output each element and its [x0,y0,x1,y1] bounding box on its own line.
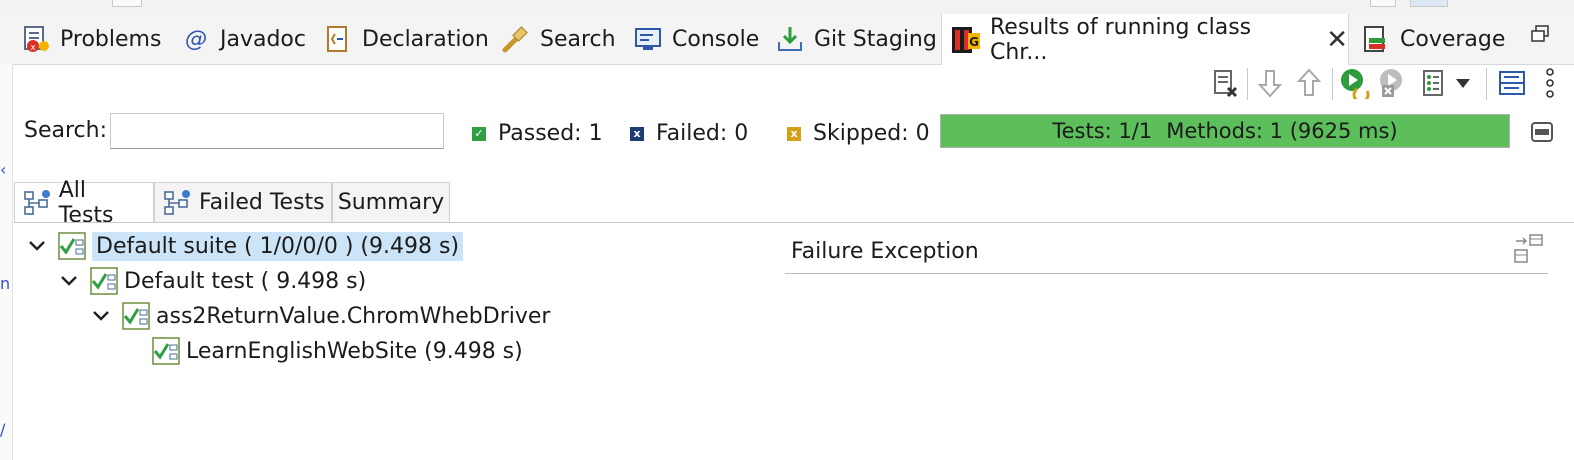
passed-check-icon: ✓ [472,126,486,141]
restore-view-icon[interactable] [1530,24,1550,44]
class-passed-icon [120,300,152,332]
declaration-icon [322,23,354,55]
toolbar-separator [1332,68,1333,100]
search-label: Search: [24,118,107,143]
test-run-history-icon[interactable] [1418,66,1452,100]
history-dropdown-icon[interactable] [1452,66,1474,100]
svg-text:x: x [30,43,36,53]
toolbar-separator [1486,68,1487,100]
search-input[interactable] [110,113,444,149]
tab-summary-label: Summary [337,190,445,215]
tab-console-label: Console [672,26,760,52]
chevron-down-icon[interactable] [90,305,112,327]
problems-icon: x [20,23,52,55]
passed-count: Passed: 1 [498,121,603,146]
tab-problems[interactable]: x Problems [20,14,161,64]
next-failure-icon[interactable] [1253,66,1287,100]
svg-text:G: G [969,35,979,49]
javadoc-at-icon: @ [185,26,207,52]
tree-label-class: ass2ReturnValue.ChromWhebDriver [156,303,551,329]
failure-exception-divider [785,273,1548,274]
tab-declaration-label: Declaration [362,26,489,52]
test-passed-icon [88,265,120,297]
layout-orientation-icon[interactable] [1495,66,1529,100]
minimize-panel-icon[interactable] [1530,120,1554,144]
failed-hierarchy-icon [161,187,193,219]
tab-failed-tests-label: Failed Tests [199,190,325,215]
method-passed-icon [150,335,182,367]
editor-edge: ‹ n / [0,64,13,460]
search-flashlight-icon [500,23,532,55]
rerun-failed-icon[interactable] [1377,66,1411,100]
compare-result-icon[interactable] [1512,232,1546,266]
top-edge-segment [112,0,142,7]
tab-summary[interactable]: Summary [332,182,450,222]
tab-javadoc-label: Javadoc [220,26,306,52]
tab-problems-label: Problems [60,26,162,52]
tab-console[interactable]: Console [632,14,759,64]
testng-icon: G [950,24,982,56]
failed-counter: x Failed: 0 [630,121,748,146]
coverage-icon [1360,23,1392,55]
test-hierarchy-icon [21,187,53,219]
chevron-down-icon[interactable] [26,235,48,257]
progress-bar: Tests: 1/1 Methods: 1 (9625 ms) [940,114,1510,148]
tab-search-label: Search [540,26,616,52]
tab-search[interactable]: Search [500,14,616,64]
tree-label-test: Default test ( 9.498 s) [124,268,367,294]
view-tab-strip: x Problems @ Javadoc Declaration Search … [0,14,1574,65]
tab-failed-tests[interactable]: Failed Tests [154,182,332,222]
tree-row-method[interactable]: LearnEnglishWebSite (9.498 s) [150,334,523,368]
skipped-count: Skipped: 0 [813,121,930,146]
skipped-counter: x Skipped: 0 [787,121,930,146]
progress-methods: Methods: 1 (9625 ms) [1166,119,1398,143]
tree-row-class[interactable]: ass2ReturnValue.ChromWhebDriver [90,299,550,333]
chevron-down-icon[interactable] [58,270,80,292]
close-icon[interactable]: ✕ [1326,27,1348,53]
clear-results-icon[interactable] [1208,66,1242,100]
view-menu-icon[interactable] [1536,66,1564,100]
toolbar-separator [1247,68,1248,100]
console-icon [632,23,664,55]
tab-git-staging[interactable]: Git Staging [774,14,937,64]
git-staging-icon [774,23,806,55]
tree-label-method: LearnEnglishWebSite (9.498 s) [186,338,523,364]
top-edge [0,0,1574,14]
failed-count: Failed: 0 [656,121,749,146]
tab-coverage-label: Coverage [1400,26,1506,52]
tab-git-staging-label: Git Staging [814,26,937,52]
skipped-icon: x [787,126,801,141]
tab-testng-results-label: Results of running class Chr... [990,14,1252,65]
top-edge-segment [1370,0,1396,7]
tab-all-tests[interactable]: All Tests [14,178,154,228]
editor-edge-glyph: ‹ [0,160,7,179]
editor-edge-glyph: / [0,420,6,439]
progress-tests: Tests: 1/1 [1052,119,1153,143]
editor-edge-glyph: n [0,274,11,293]
tree-row-suite[interactable]: Default suite ( 1/0/0/0 ) (9.498 s) [26,229,464,263]
passed-counter: ✓ Passed: 1 [472,121,603,146]
tab-javadoc[interactable]: @ Javadoc [180,14,306,64]
tab-underline [14,222,1574,223]
suite-passed-icon [56,230,88,262]
previous-failure-icon[interactable] [1292,66,1326,100]
failure-exception-title: Failure Exception [791,239,979,264]
tab-coverage[interactable]: Coverage [1360,14,1505,64]
tree-label-suite: Default suite ( 1/0/0/0 ) (9.498 s) [92,231,464,261]
tab-declaration[interactable]: Declaration [322,14,489,64]
tab-testng-results[interactable]: G Results of running class Chr... ✕ [941,14,1349,65]
top-edge-segment [1410,0,1448,7]
tab-all-tests-label: All Tests [58,178,114,228]
failed-x-icon: x [630,126,644,141]
rerun-test-icon[interactable] [1338,66,1372,100]
tree-row-test[interactable]: Default test ( 9.498 s) [58,264,366,298]
